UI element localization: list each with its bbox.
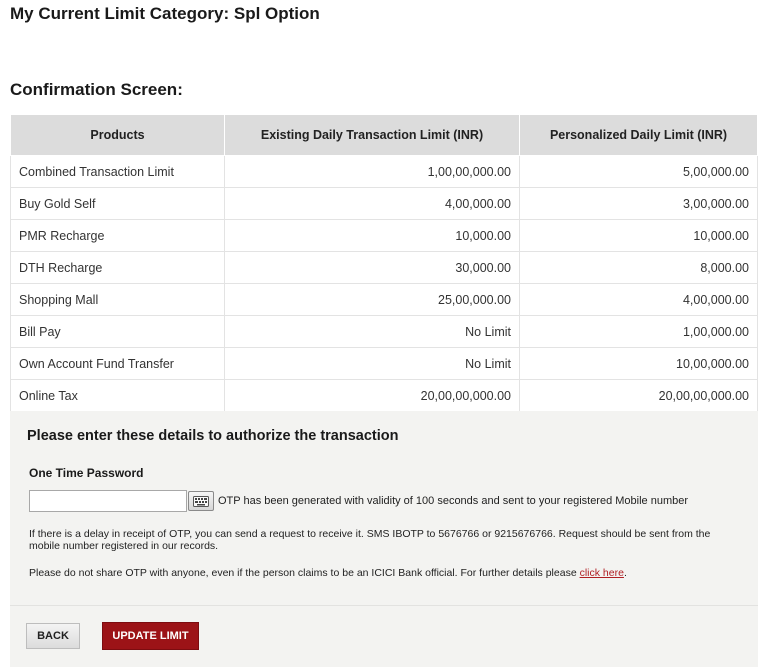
existing-limit: 4,00,000.00 <box>224 187 520 220</box>
product-name: Combined Transaction Limit <box>10 155 225 188</box>
table-header-row: Products Existing Daily Transaction Limi… <box>10 114 758 156</box>
update-limit-button[interactable]: UPDATE LIMIT <box>102 622 199 650</box>
product-name: DTH Recharge <box>10 251 225 284</box>
page-title: My Current Limit Category: Spl Option <box>10 4 320 23</box>
limits-table: Products Existing Daily Transaction Limi… <box>10 114 758 412</box>
table-row: Shopping Mall 25,00,000.00 4,00,000.00 <box>10 283 758 316</box>
otp-security-note-text: Please do not share OTP with anyone, eve… <box>29 567 580 579</box>
product-name: PMR Recharge <box>10 219 225 252</box>
table-row: Combined Transaction Limit 1,00,00,000.0… <box>10 155 758 188</box>
section-title: Confirmation Screen: <box>10 80 183 99</box>
click-here-link[interactable]: click here <box>580 567 624 579</box>
personalized-limit: 10,000.00 <box>519 219 758 252</box>
personalized-limit: 5,00,000.00 <box>519 155 758 188</box>
virtual-keyboard-button[interactable] <box>188 491 214 511</box>
product-name: Buy Gold Self <box>10 187 225 220</box>
table-row: Online Tax 20,00,00,000.00 20,00,00,000.… <box>10 379 758 412</box>
back-button[interactable]: BACK <box>26 623 80 649</box>
authorization-heading: Please enter these details to authorize … <box>27 428 399 444</box>
existing-limit: 1,00,00,000.00 <box>224 155 520 188</box>
column-header-products: Products <box>10 114 225 156</box>
product-name: Own Account Fund Transfer <box>10 347 225 380</box>
otp-security-note: Please do not share OTP with anyone, eve… <box>29 567 627 579</box>
column-header-personalized-limit: Personalized Daily Limit (INR) <box>519 114 758 156</box>
authorization-panel: Please enter these details to authorize … <box>10 411 758 667</box>
otp-delay-note: If there is a delay in receipt of OTP, y… <box>29 528 711 552</box>
otp-input[interactable] <box>29 490 187 512</box>
existing-limit: No Limit <box>224 347 520 380</box>
personalized-limit: 10,00,000.00 <box>519 347 758 380</box>
personalized-limit: 3,00,000.00 <box>519 187 758 220</box>
existing-limit: 20,00,00,000.00 <box>224 379 520 412</box>
table-row: Buy Gold Self 4,00,000.00 3,00,000.00 <box>10 187 758 220</box>
product-name: Shopping Mall <box>10 283 225 316</box>
personalized-limit: 1,00,000.00 <box>519 315 758 348</box>
otp-info-text: OTP has been generated with validity of … <box>218 495 689 507</box>
table-row: Bill Pay No Limit 1,00,000.00 <box>10 315 758 348</box>
otp-security-note-end: . <box>623 567 627 579</box>
table-row: Own Account Fund Transfer No Limit 10,00… <box>10 347 758 380</box>
divider <box>10 605 758 606</box>
existing-limit: No Limit <box>224 315 520 348</box>
column-header-existing-limit: Existing Daily Transaction Limit (INR) <box>224 114 520 156</box>
table-row: DTH Recharge 30,000.00 8,000.00 <box>10 251 758 284</box>
product-name: Bill Pay <box>10 315 225 348</box>
existing-limit: 30,000.00 <box>224 251 520 284</box>
personalized-limit: 20,00,00,000.00 <box>519 379 758 412</box>
existing-limit: 10,000.00 <box>224 219 520 252</box>
personalized-limit: 8,000.00 <box>519 251 758 284</box>
otp-label: One Time Password <box>29 466 144 480</box>
keyboard-icon <box>193 495 209 507</box>
table-row: PMR Recharge 10,000.00 10,000.00 <box>10 219 758 252</box>
product-name: Online Tax <box>10 379 225 412</box>
existing-limit: 25,00,000.00 <box>224 283 520 316</box>
personalized-limit: 4,00,000.00 <box>519 283 758 316</box>
